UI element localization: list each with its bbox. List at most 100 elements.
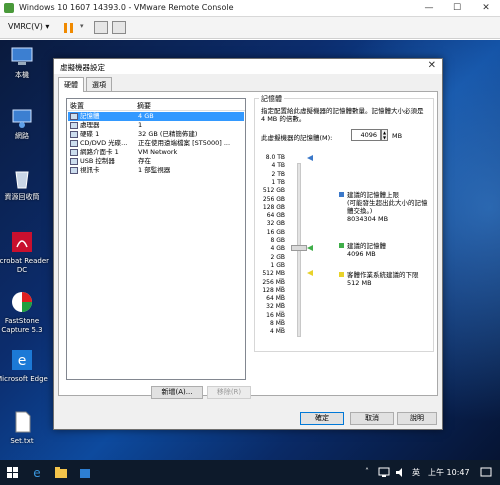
- device-summary: 存在: [138, 157, 151, 165]
- min-recommended-marker-icon: [307, 270, 313, 276]
- desktop-icon-faststone[interactable]: FastStone Capture 5.3: [0, 290, 50, 335]
- volume-icon[interactable]: [395, 467, 407, 478]
- desktop-icon-label: 資源回收筒: [4, 193, 40, 201]
- pause-icon: [64, 23, 67, 33]
- desktop-icon-edge[interactable]: e Microsoft Edge: [0, 348, 50, 384]
- legend-recommended-value: 4096 MB: [347, 250, 376, 258]
- device-row-processor[interactable]: 處理器 1: [68, 121, 244, 130]
- pause-menu-arrow-icon[interactable]: ▾: [80, 22, 84, 30]
- close-button[interactable]: ✕: [472, 0, 500, 17]
- network-icon: [12, 109, 32, 128]
- memory-group-label: 記憶體: [259, 94, 284, 104]
- remove-device-button[interactable]: 移除(R): [207, 386, 251, 399]
- dialog-close-button[interactable]: ✕: [428, 60, 436, 71]
- device-row-usb-controller[interactable]: USB 控制器 存在: [68, 157, 244, 166]
- faststone-icon: [12, 292, 32, 312]
- edge-icon: e: [12, 350, 32, 370]
- desktop-icon-label: 網路: [15, 132, 29, 140]
- desktop-icon-set-txt[interactable]: Set.txt: [0, 410, 50, 446]
- device-name: 硬碟 1: [80, 130, 100, 138]
- start-button[interactable]: [7, 467, 18, 478]
- memory-icon: [70, 113, 78, 120]
- text-file-icon: [15, 411, 31, 433]
- recycle-bin-icon: [15, 171, 29, 189]
- desktop-icon-label: Acrobat Reader DC: [0, 257, 49, 274]
- device-row-memory[interactable]: 記憶體 4 GB: [68, 112, 244, 121]
- column-header-summary: 摘要: [137, 102, 151, 110]
- device-name: 網路介面卡 1: [80, 148, 119, 156]
- pause-button[interactable]: [60, 21, 78, 35]
- hardware-panel: 裝置 摘要 記憶體 4 GB 處理器 1 硬碟 1 32 GB (已精簡佈建) …: [58, 91, 438, 399]
- cancel-button[interactable]: 取消: [350, 412, 394, 425]
- memory-field-label: 此虛擬機器的記憶體(M):: [261, 134, 333, 142]
- desktop-icon-label: Microsoft Edge: [0, 375, 48, 383]
- network-adapter-icon: [70, 149, 78, 156]
- desktop-icon-recycle-bin[interactable]: 資源回收筒: [0, 168, 50, 202]
- desktop-icon-network[interactable]: 網路: [0, 107, 50, 141]
- device-list-header: 裝置 摘要: [67, 99, 245, 111]
- store-icon[interactable]: [78, 466, 92, 479]
- legend-recommended-swatch: [339, 243, 344, 248]
- device-name: USB 控制器: [80, 157, 115, 165]
- notifications-icon[interactable]: [480, 467, 492, 478]
- legend-min-value: 512 MB: [347, 279, 372, 287]
- legend-max: 建議的記憶體上限 (可能發生超出此大小的記憶體交換。) 8034304 MB: [339, 191, 431, 237]
- tab-hardware[interactable]: 硬體: [58, 77, 84, 92]
- device-row-network-adapter[interactable]: 網路介面卡 1 VM Network: [68, 148, 244, 157]
- tray-chevron-icon[interactable]: ˄: [365, 467, 369, 476]
- device-name: 記憶體: [80, 112, 100, 120]
- svg-text:e: e: [18, 353, 27, 369]
- dialog-title: 虛擬機器設定: [60, 63, 105, 72]
- memory-size-input[interactable]: 4096: [351, 129, 381, 141]
- device-summary: 1: [138, 121, 143, 129]
- legend-max-value: 8034304 MB: [347, 215, 389, 223]
- help-button[interactable]: 說明: [397, 412, 437, 425]
- desktop-icon-acrobat[interactable]: Acrobat Reader DC: [0, 230, 50, 275]
- device-name: 視訊卡: [80, 166, 100, 174]
- tab-options[interactable]: 選項: [86, 77, 112, 91]
- chevron-down-icon: ▾: [45, 22, 50, 31]
- device-name: CD/DVD 光碟...: [80, 139, 128, 147]
- memory-spinner[interactable]: ▲ ▼: [381, 129, 388, 141]
- edge-taskbar-icon[interactable]: e: [30, 466, 44, 479]
- usb-icon: [70, 158, 78, 165]
- hard-disk-icon: [70, 131, 78, 138]
- vmware-icon: [4, 3, 14, 13]
- legend-max-note: (可能發生超出此大小的記憶體交換。): [347, 199, 428, 215]
- processor-icon: [70, 122, 78, 129]
- network-tray-icon[interactable]: [378, 467, 390, 478]
- taskbar: e ˄ 英 上午 10:47: [0, 460, 500, 485]
- memory-description: 指定配置給此虛擬機器的記憶體數量。記憶體大小必須是 4 MB 的倍數。: [261, 107, 424, 123]
- desktop-icon-computer[interactable]: 本機: [0, 46, 50, 80]
- minimize-button[interactable]: —: [415, 0, 443, 17]
- recommended-marker-icon: [307, 245, 313, 251]
- windows-logo-icon: [7, 467, 12, 472]
- desktop-icon-label: FastStone Capture 5.3: [1, 317, 43, 334]
- memory-slider-thumb[interactable]: [291, 245, 307, 251]
- add-device-button[interactable]: 新增(A)...: [151, 386, 203, 399]
- ime-indicator[interactable]: 英: [412, 467, 420, 478]
- scale-tick-marks: [279, 157, 284, 328]
- send-ctrl-alt-del-icon[interactable]: [94, 21, 108, 34]
- legend-recommended-label: 建議的記憶體: [347, 242, 386, 250]
- vmrc-menu[interactable]: VMRC(V) ▾: [8, 22, 49, 31]
- window-title: Windows 10 1607 14393.0 - VMware Remote …: [19, 3, 234, 12]
- maximize-button[interactable]: ☐: [443, 0, 471, 17]
- device-row-cd-dvd[interactable]: CD/DVD 光碟... 正在使用遠端檔案 [ST5000] ...: [68, 139, 244, 148]
- column-header-device: 裝置: [70, 102, 84, 110]
- device-list: 裝置 摘要 記憶體 4 GB 處理器 1 硬碟 1 32 GB (已精簡佈建) …: [66, 98, 246, 380]
- desktop-icon-label: 本機: [15, 71, 29, 79]
- device-row-video-card[interactable]: 視訊卡 1 部監視器: [68, 166, 244, 175]
- legend-max-swatch: [339, 192, 344, 197]
- clock[interactable]: 上午 10:47: [428, 467, 470, 478]
- ok-button[interactable]: 確定: [300, 412, 344, 425]
- memory-group: 記憶體 指定配置給此虛擬機器的記憶體數量。記憶體大小必須是 4 MB 的倍數。 …: [254, 94, 434, 352]
- device-row-hard-disk[interactable]: 硬碟 1 32 GB (已精簡佈建): [68, 130, 244, 139]
- file-explorer-icon[interactable]: [54, 466, 68, 479]
- legend-recommended: 建議的記憶體 4096 MB: [339, 242, 431, 260]
- device-summary: VM Network: [138, 148, 178, 156]
- dialog-title-bar: 虛擬機器設定 ✕: [54, 59, 442, 74]
- legend-min-swatch: [339, 272, 344, 277]
- fullscreen-icon[interactable]: [112, 21, 126, 34]
- svg-text:e: e: [33, 466, 40, 479]
